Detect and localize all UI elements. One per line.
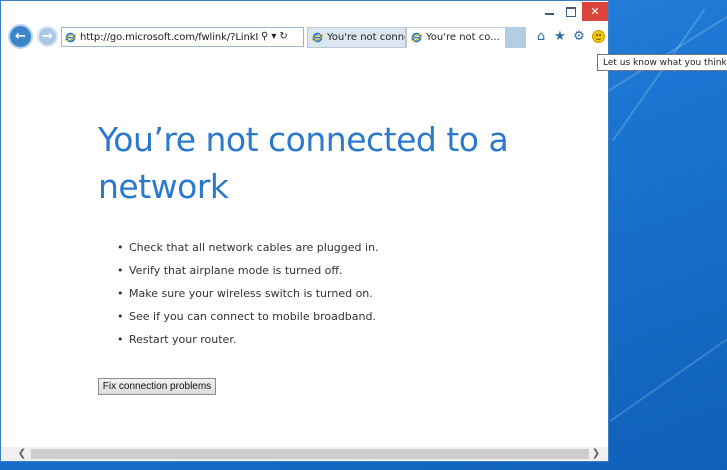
list-item: Check that all network cables are plugge… bbox=[117, 239, 379, 262]
back-button[interactable]: ← bbox=[8, 24, 33, 49]
ie-page-icon bbox=[65, 32, 76, 42]
list-item: Restart your router. bbox=[117, 331, 379, 354]
forward-arrow-icon: → bbox=[42, 29, 53, 44]
browser-window: ✕ ← → http://go.microsoft.com/fwlink/?Li… bbox=[0, 0, 609, 462]
tab-title: You're not co... bbox=[426, 32, 500, 43]
desktop-light-ray bbox=[612, 8, 706, 142]
fix-connection-button[interactable]: Fix connection problems bbox=[98, 378, 216, 395]
troubleshoot-list: Check that all network cables are plugge… bbox=[117, 239, 379, 354]
address-bar[interactable]: http://go.microsoft.com/fwlink/?LinkId=5… bbox=[61, 27, 304, 47]
scrollbar-thumb[interactable] bbox=[31, 449, 589, 459]
gear-icon[interactable]: ⚙ bbox=[571, 28, 587, 44]
search-icon[interactable]: ⚲ bbox=[261, 32, 268, 42]
horizontal-scrollbar[interactable]: ❮ ❯ bbox=[1, 447, 608, 461]
maximize-button[interactable] bbox=[560, 2, 582, 21]
dropdown-icon[interactable]: ▾ bbox=[271, 32, 276, 42]
minimize-icon bbox=[544, 12, 554, 15]
new-tab-button[interactable] bbox=[506, 27, 526, 48]
feedback-tooltip: Let us know what you think bbox=[597, 54, 727, 71]
browser-chrome: ✕ ← → http://go.microsoft.com/fwlink/?Li… bbox=[1, 1, 608, 50]
forward-button[interactable]: → bbox=[37, 26, 58, 47]
star-icon[interactable]: ★ bbox=[552, 28, 568, 44]
url-text[interactable]: http://go.microsoft.com/fwlink/?LinkId=5… bbox=[80, 32, 258, 43]
tab-title: You're not conne... bbox=[327, 32, 405, 43]
back-arrow-icon: ← bbox=[15, 29, 26, 44]
tab-1[interactable]: You're not conne... bbox=[307, 27, 406, 48]
list-item: Make sure your wireless switch is turned… bbox=[117, 285, 379, 308]
desktop-light-ray bbox=[610, 328, 727, 422]
maximize-icon bbox=[566, 6, 576, 17]
scroll-right-icon[interactable]: ❯ bbox=[589, 447, 603, 461]
tab-2-active[interactable]: You're not co... ✕ bbox=[406, 27, 506, 48]
scroll-left-icon[interactable]: ❮ bbox=[15, 447, 29, 461]
home-icon[interactable]: ⌂ bbox=[533, 28, 549, 44]
ie-tab-icon bbox=[411, 32, 422, 43]
close-button[interactable]: ✕ bbox=[582, 2, 608, 21]
smiley-icon[interactable] bbox=[590, 28, 606, 44]
close-icon: ✕ bbox=[590, 5, 600, 18]
minimize-button[interactable] bbox=[538, 2, 560, 21]
list-item: Verify that airplane mode is turned off. bbox=[117, 262, 379, 285]
desktop-light-ray bbox=[600, 0, 727, 97]
refresh-icon[interactable]: ↻ bbox=[279, 32, 287, 42]
page-heading: You’re not connected to a network bbox=[98, 120, 509, 206]
list-item: See if you can connect to mobile broadba… bbox=[117, 308, 379, 331]
ie-tab-icon bbox=[312, 32, 323, 43]
